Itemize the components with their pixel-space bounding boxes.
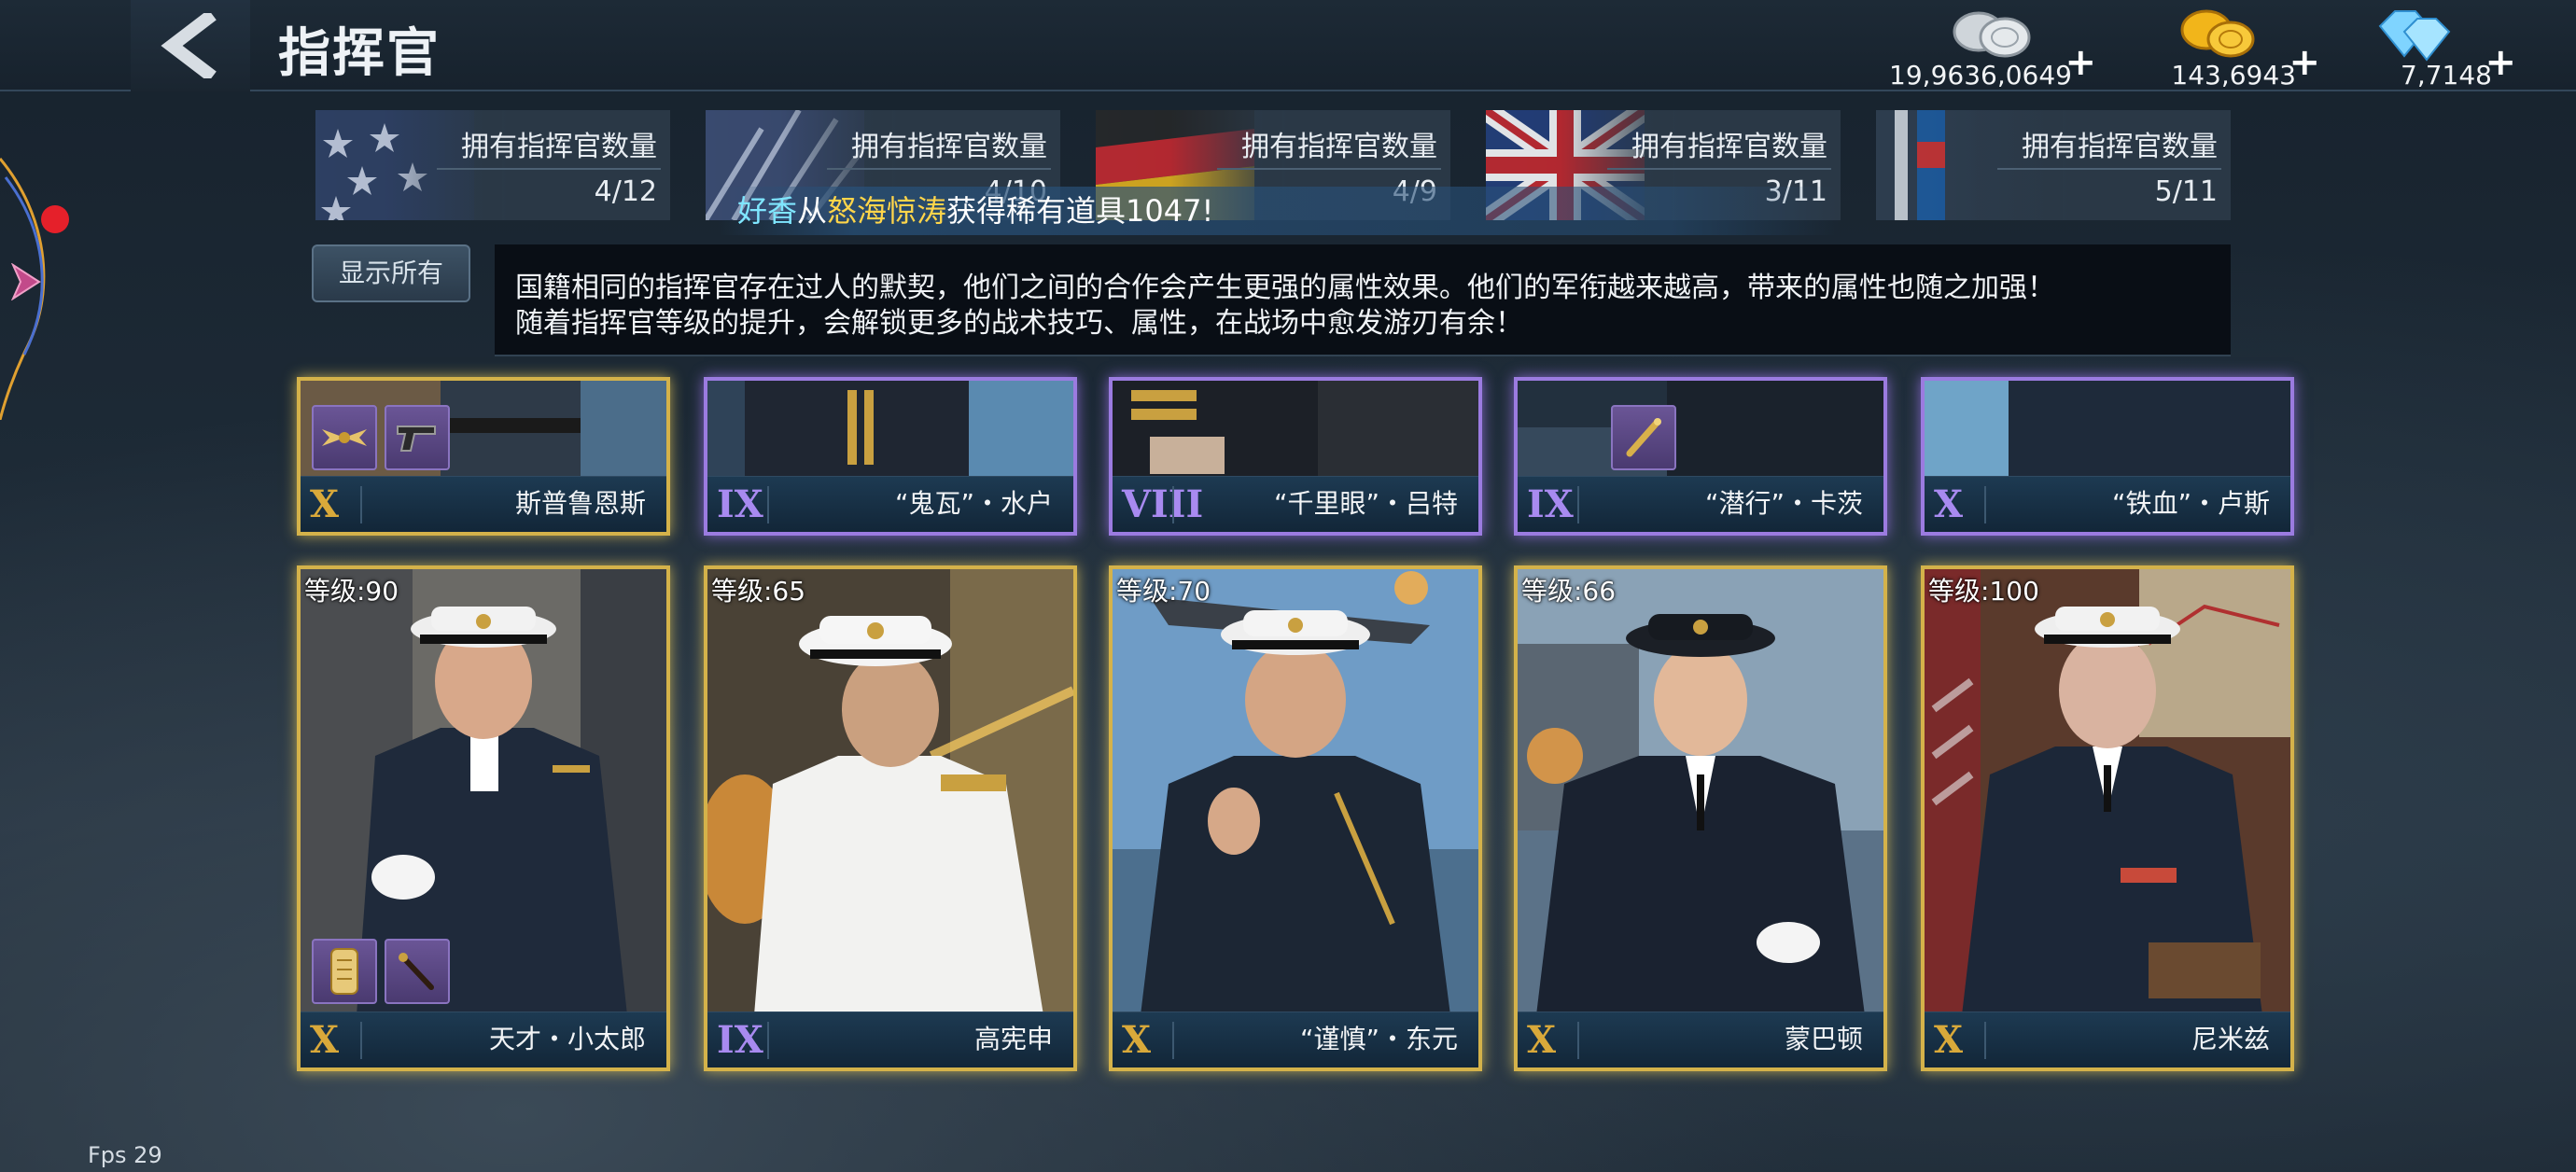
commander-namebar: IX “鬼瓦”・水户	[707, 476, 1073, 532]
silver-amount: 19,9636,0649	[1889, 60, 2072, 91]
baton-icon	[1626, 418, 1661, 457]
commander-name: “谨慎”・东元	[1299, 1024, 1458, 1054]
back-arrow-icon	[161, 13, 217, 78]
tab-label: 拥有指挥官数量	[1241, 131, 1437, 163]
page-title: 指挥官	[278, 23, 441, 84]
commander-namebar: X 尼米兹	[1925, 1012, 2290, 1067]
commander-namebar: VIII “千里眼”・吕特	[1113, 476, 1478, 532]
nation-tab-other[interactable]: 拥有指挥官数量 5/11	[1876, 110, 2231, 220]
commander-namebar: X “铁血”・卢斯	[1925, 476, 2290, 532]
top-bar: 指挥官 19,9636,0649 + 143,6943 + 7,7148 +	[0, 0, 2576, 91]
commander-card[interactable]: 等级:90 X 天才・小太郎	[297, 565, 670, 1071]
commander-name: “鬼瓦”・水户	[894, 488, 1053, 519]
expand-arrow-icon[interactable]	[9, 263, 41, 300]
nation-bonus-description: 国籍相同的指挥官存在过人的默契，他们之间的合作会产生更强的属性效果。他们的军衔越…	[495, 244, 2231, 356]
nation-tab-usa[interactable]: 拥有指挥官数量 4/12	[315, 110, 670, 220]
commander-portrait	[1518, 381, 1883, 483]
commander-namebar: X 蒙巴顿	[1518, 1012, 1883, 1067]
commander-name: 天才・小太郎	[488, 1024, 646, 1054]
rank-numeral: X	[1122, 1018, 1152, 1062]
commander-portrait	[1113, 381, 1478, 483]
show-all-button[interactable]: 显示所有	[312, 244, 470, 302]
commander-level: 等级:66	[1521, 576, 1617, 607]
commander-card[interactable]: X 斯普鲁恩斯	[297, 377, 670, 536]
diamond-currency: 7,7148 +	[2296, 4, 2520, 91]
equipment-slot[interactable]	[385, 405, 450, 470]
commander-portrait	[1925, 381, 2290, 483]
back-button[interactable]	[131, 0, 250, 91]
commander-name: “千里眼”・吕特	[1273, 488, 1458, 519]
rank-numeral: X	[1934, 1018, 1964, 1062]
rank-numeral: IX	[1527, 482, 1574, 526]
rank-numeral: IX	[717, 1018, 763, 1062]
wings-badge-icon	[322, 429, 367, 446]
scroll-icon	[330, 948, 358, 995]
commander-level: 等级:70	[1116, 576, 1211, 607]
commander-name: 斯普鲁恩斯	[514, 488, 646, 519]
commander-namebar: X “谨慎”・东元	[1113, 1012, 1478, 1067]
commander-namebar: X 天才・小太郎	[301, 1012, 666, 1067]
description-line-2: 随着指挥官等级的提升，会解锁更多的战术技巧、属性，在战场中愈发游刃有余！	[515, 307, 1523, 340]
commander-name: 尼米兹	[2191, 1024, 2270, 1054]
tab-label: 拥有指挥官数量	[1631, 131, 1827, 163]
pistol-icon	[397, 426, 436, 452]
commander-namebar: X 斯普鲁恩斯	[301, 476, 666, 532]
add-silver-button[interactable]: +	[2065, 41, 2096, 84]
commander-card[interactable]: 等级:65 IX 高宪申	[704, 565, 1077, 1071]
equipment-slot[interactable]	[385, 939, 450, 1004]
reward-source: 怒海惊涛	[827, 193, 947, 229]
rank-numeral: X	[1934, 482, 1964, 526]
rank-numeral: X	[310, 482, 340, 526]
commander-level: 等级:65	[711, 576, 806, 607]
add-diamond-button[interactable]: +	[2485, 41, 2516, 84]
commander-name: “铁血”・卢斯	[2111, 488, 2270, 519]
player-name: 好香	[737, 193, 798, 229]
commander-name: “潜行”・卡茨	[1704, 488, 1863, 519]
alert-dot	[41, 205, 69, 233]
commander-name: 高宪申	[973, 1024, 1053, 1054]
diamond-amount: 7,7148	[2401, 60, 2492, 91]
rank-numeral: VIII	[1122, 482, 1204, 526]
cane-icon	[399, 953, 434, 990]
tab-count: 5/11	[2154, 175, 2218, 208]
commander-level: 等级:90	[304, 576, 399, 607]
commander-portrait	[1113, 569, 1478, 1015]
commander-portrait	[1518, 569, 1883, 1015]
broadcast-text: 获得稀有道具1047!	[946, 193, 1214, 229]
commander-namebar: IX “潜行”・卡茨	[1518, 476, 1883, 532]
description-line-1: 国籍相同的指挥官存在过人的默契，他们之间的合作会产生更强的属性效果。他们的军衔越…	[515, 272, 2055, 304]
tab-label: 拥有指挥官数量	[851, 131, 1047, 163]
commander-card[interactable]: IX “鬼瓦”・水户	[704, 377, 1077, 536]
commander-card[interactable]: 等级:100 X 尼米兹	[1921, 565, 2294, 1071]
fps-counter: Fps 29	[88, 1142, 162, 1168]
gold-amount: 143,6943	[2171, 60, 2296, 91]
tab-label: 拥有指挥官数量	[461, 131, 657, 163]
commander-card[interactable]: X “铁血”・卢斯	[1921, 377, 2294, 536]
commander-card[interactable]: 等级:66 X 蒙巴顿	[1514, 565, 1887, 1071]
equipment-slot[interactable]	[312, 939, 377, 1004]
gold-coins-icon	[2180, 9, 2255, 58]
gold-currency: 143,6943 +	[2100, 4, 2324, 91]
commander-card[interactable]: 等级:70 X “谨慎”・东元	[1109, 565, 1482, 1071]
rank-numeral: X	[1527, 1018, 1557, 1062]
commander-card[interactable]: VIII “千里眼”・吕特	[1109, 377, 1482, 536]
equipment-slot[interactable]	[1611, 405, 1676, 470]
tab-count: 4/12	[594, 175, 657, 208]
equipment-slot[interactable]	[312, 405, 377, 470]
commander-portrait	[707, 381, 1073, 483]
rank-numeral: IX	[717, 482, 763, 526]
commander-name: 蒙巴顿	[1784, 1024, 1863, 1054]
system-broadcast: 好香从怒海惊涛获得稀有道具1047!	[719, 187, 1839, 235]
silver-coins-icon	[1953, 11, 2031, 58]
commander-portrait	[707, 569, 1073, 1015]
commander-namebar: IX 高宪申	[707, 1012, 1073, 1067]
commander-card[interactable]: IX “潜行”・卡茨	[1514, 377, 1887, 536]
silver-currency: 19,9636,0649 +	[1876, 4, 2100, 91]
commander-level: 等级:100	[1928, 576, 2039, 607]
rank-numeral: X	[310, 1018, 340, 1062]
broadcast-prefix: 从	[797, 193, 828, 229]
diamonds-icon	[2378, 10, 2451, 62]
commander-portrait	[1925, 569, 2290, 1015]
tab-label: 拥有指挥官数量	[2022, 131, 2218, 163]
